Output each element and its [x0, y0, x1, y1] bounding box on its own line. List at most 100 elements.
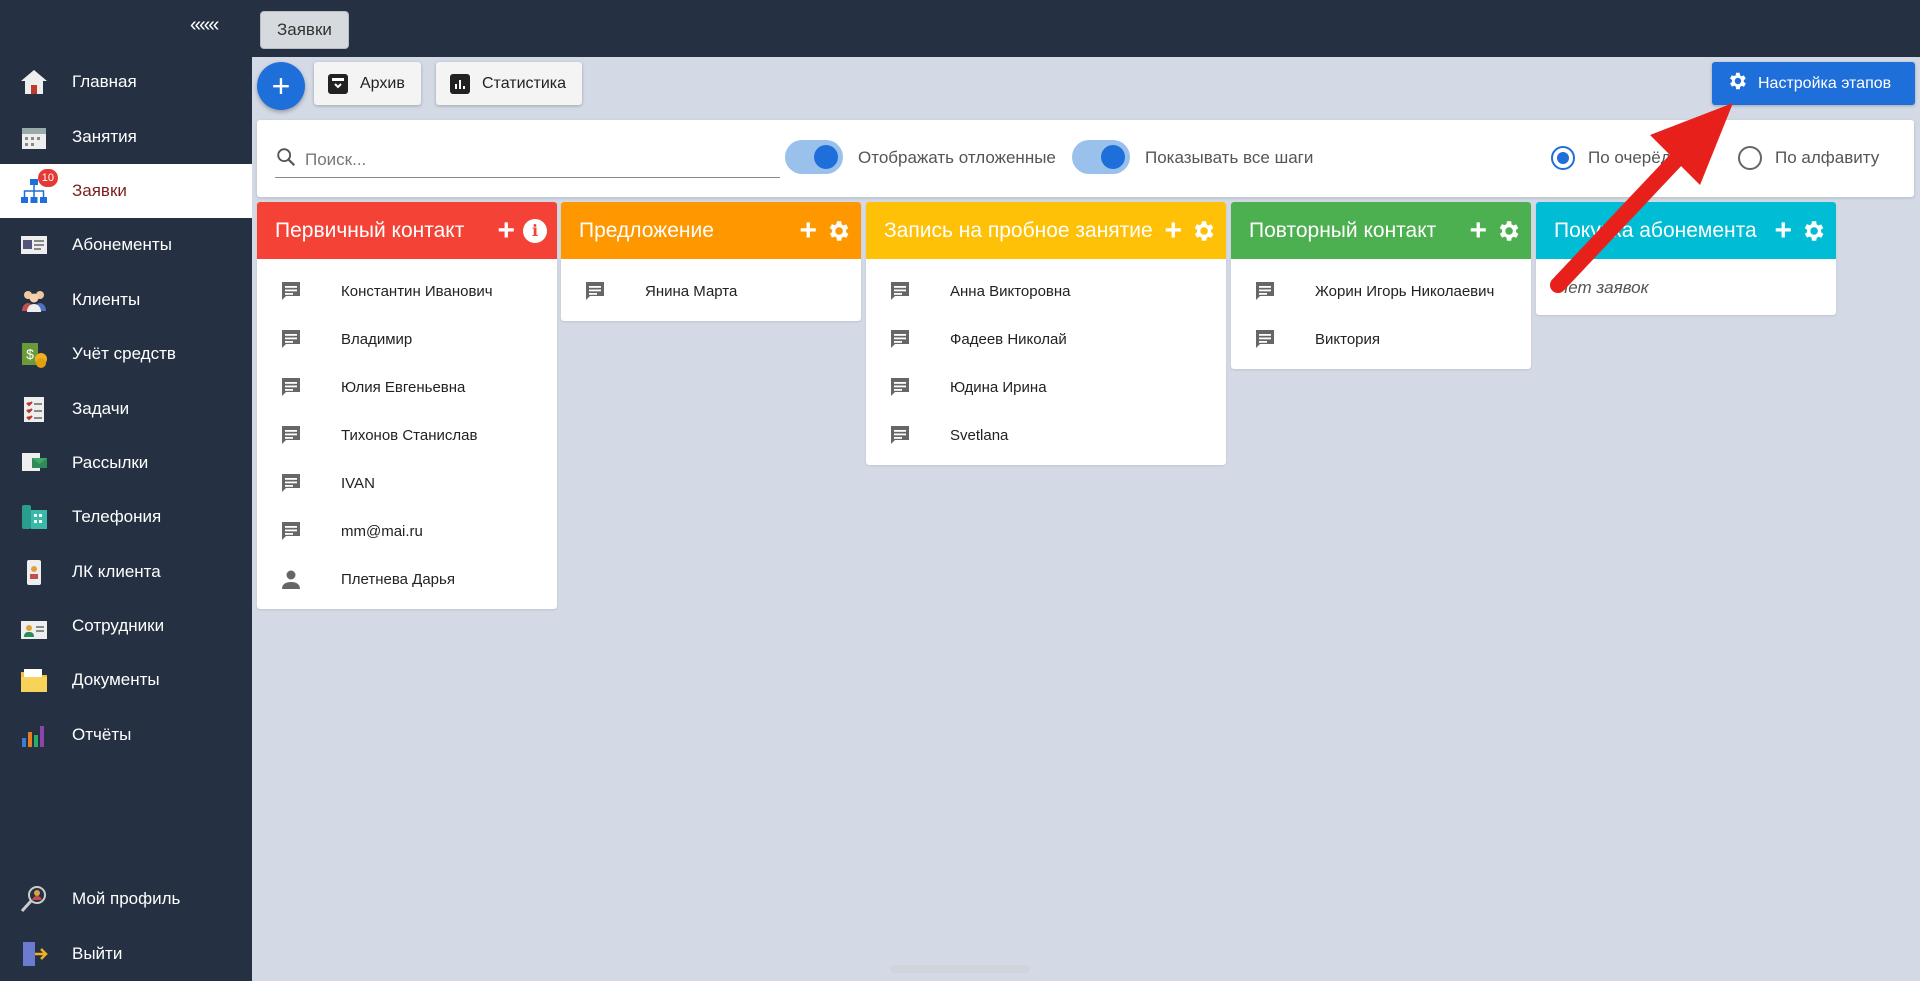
column-title: Запись на пробное занятие: [884, 218, 1153, 242]
lead-name: Фадеев Николай: [950, 330, 1067, 348]
comment-icon: [277, 519, 305, 543]
info-icon[interactable]: i: [523, 218, 547, 243]
sidebar-item-label: Рассылки: [72, 452, 149, 472]
add-to-column-icon[interactable]: +: [1164, 215, 1182, 246]
search-input[interactable]: [305, 149, 765, 170]
lead-card[interactable]: Жорин Игорь Николаевич: [1231, 267, 1531, 315]
column-actions: +: [1164, 202, 1216, 259]
card-icon: [18, 229, 50, 261]
add-to-column-icon[interactable]: +: [1774, 215, 1792, 246]
lead-name: Анна Викторовна: [950, 282, 1071, 300]
add-lead-button[interactable]: +: [257, 62, 305, 110]
lead-card[interactable]: Плетнева Дарья: [257, 555, 557, 603]
add-to-column-icon[interactable]: +: [497, 215, 515, 246]
search-field: [275, 142, 780, 178]
comment-icon: [581, 279, 609, 303]
column-body: Жорин Игорь Николаевич Виктория: [1231, 259, 1531, 369]
archive-button[interactable]: Архив: [314, 62, 421, 105]
sidebar-item-label: Заявки: [72, 180, 127, 200]
lead-card[interactable]: Янина Марта: [561, 267, 861, 315]
sidebar-item-label: Сотрудники: [72, 616, 165, 636]
lead-name: Жорин Игорь Николаевич: [1315, 282, 1495, 300]
annotation-arrow-icon: [1550, 103, 1733, 293]
gear-icon[interactable]: [1800, 218, 1826, 244]
sidebar-item-calendar[interactable]: Занятия: [0, 109, 252, 163]
sidebar-item-badge[interactable]: ЛК клиента: [0, 545, 252, 599]
comment-icon: [277, 423, 305, 447]
column-actions: + i: [497, 202, 547, 259]
lead-card[interactable]: Виктория: [1231, 315, 1531, 363]
sidebar-item-label: Занятия: [72, 126, 137, 146]
comment-icon: [1251, 279, 1279, 303]
column-header: Повторный контакт +: [1231, 202, 1531, 259]
lead-card[interactable]: Константин Иванович: [257, 267, 557, 315]
sidebar-item-phone[interactable]: Телефония: [0, 490, 252, 544]
column-title: Предложение: [579, 218, 714, 242]
lead-card[interactable]: mm@mai.ru: [257, 507, 557, 555]
sidebar-item-label: Задачи: [72, 398, 130, 418]
lead-card[interactable]: Юлия Евгеньевна: [257, 363, 557, 411]
sidebar-item-logout-door[interactable]: Выйти: [0, 926, 252, 980]
column-title: Повторный контакт: [1249, 218, 1437, 242]
sidebar-item-checklist[interactable]: Задачи: [0, 381, 252, 435]
comment-icon: [886, 375, 914, 399]
comment-icon: [277, 471, 305, 495]
lead-card[interactable]: Анна Викторовна: [866, 267, 1226, 315]
add-to-column-icon[interactable]: +: [799, 215, 817, 246]
hierarchy-icon: 10: [18, 168, 58, 207]
lead-card[interactable]: IVAN: [257, 459, 557, 507]
sidebar-item-hierarchy[interactable]: 10 Заявки: [0, 163, 252, 219]
person-icon: [277, 567, 305, 591]
lead-name: Svetlana: [950, 426, 1009, 444]
lead-card[interactable]: Владимир: [257, 315, 557, 363]
show-postponed-label: Отображать отложенные: [858, 148, 1056, 167]
lead-name: Юдина Ирина: [950, 378, 1047, 396]
archive-label: Архив: [360, 74, 405, 92]
sidebar-item-label: Выйти: [72, 943, 123, 963]
lead-card[interactable]: Фадеев Николай: [866, 315, 1226, 363]
column-actions: +: [1774, 202, 1826, 259]
show-postponed-toggle[interactable]: [785, 140, 843, 174]
lead-card[interactable]: Svetlana: [866, 411, 1226, 459]
badge-icon: [18, 556, 50, 588]
sidebar-item-bar-chart[interactable]: Отчёты: [0, 708, 252, 762]
lead-name: Юлия Евгеньевна: [341, 378, 466, 396]
staff-icon: [18, 610, 50, 642]
column-actions: +: [1469, 202, 1521, 259]
comment-icon: [277, 375, 305, 399]
lead-name: Плетнева Дарья: [341, 570, 455, 588]
sidebar-item-card[interactable]: Абонементы: [0, 218, 252, 272]
collapse-sidebar-button[interactable]: «««: [190, 14, 219, 37]
profile-search-icon: [18, 883, 50, 915]
lead-card[interactable]: Тихонов Станислав: [257, 411, 557, 459]
statistics-button[interactable]: Статистика: [436, 62, 583, 105]
sidebar-item-profile-search[interactable]: Мой профиль: [0, 872, 252, 926]
lead-card[interactable]: Юдина Ирина: [866, 363, 1226, 411]
column-title: Первичный контакт: [275, 218, 465, 242]
lead-name: Виктория: [1315, 330, 1381, 348]
kanban-column: Запись на пробное занятие + Анна Викторовн…: [866, 202, 1226, 465]
add-to-column-icon[interactable]: +: [1469, 215, 1487, 246]
sidebar-item-home[interactable]: Главная: [0, 55, 252, 109]
calendar-icon: [18, 121, 50, 153]
gear-icon[interactable]: [825, 218, 851, 244]
sidebar-item-folder[interactable]: Документы: [0, 653, 252, 707]
tab-leads[interactable]: Заявки: [260, 11, 349, 49]
comment-icon: [886, 423, 914, 447]
lead-name: Янина Марта: [645, 282, 738, 300]
sidebar-item-money[interactable]: $ Учёт средств: [0, 327, 252, 381]
sidebar-item-mailing[interactable]: Рассылки: [0, 436, 252, 490]
money-icon: $: [18, 338, 50, 370]
statistics-label: Статистика: [482, 74, 567, 92]
sidebar-item-staff[interactable]: Сотрудники: [0, 599, 252, 653]
sidebar-item-people[interactable]: Клиенты: [0, 273, 252, 327]
sidebar-bottom-nav: Мой профиль Выйти: [0, 872, 252, 981]
home-icon: [18, 66, 50, 98]
gear-icon[interactable]: [1495, 218, 1521, 244]
folder-icon: [18, 664, 50, 696]
gear-icon[interactable]: [1190, 218, 1216, 244]
archive-icon: [328, 73, 348, 94]
lead-name: Константин Иванович: [341, 282, 493, 300]
show-all-steps-toggle[interactable]: [1072, 140, 1130, 174]
horizontal-scrollbar[interactable]: [890, 965, 1030, 973]
